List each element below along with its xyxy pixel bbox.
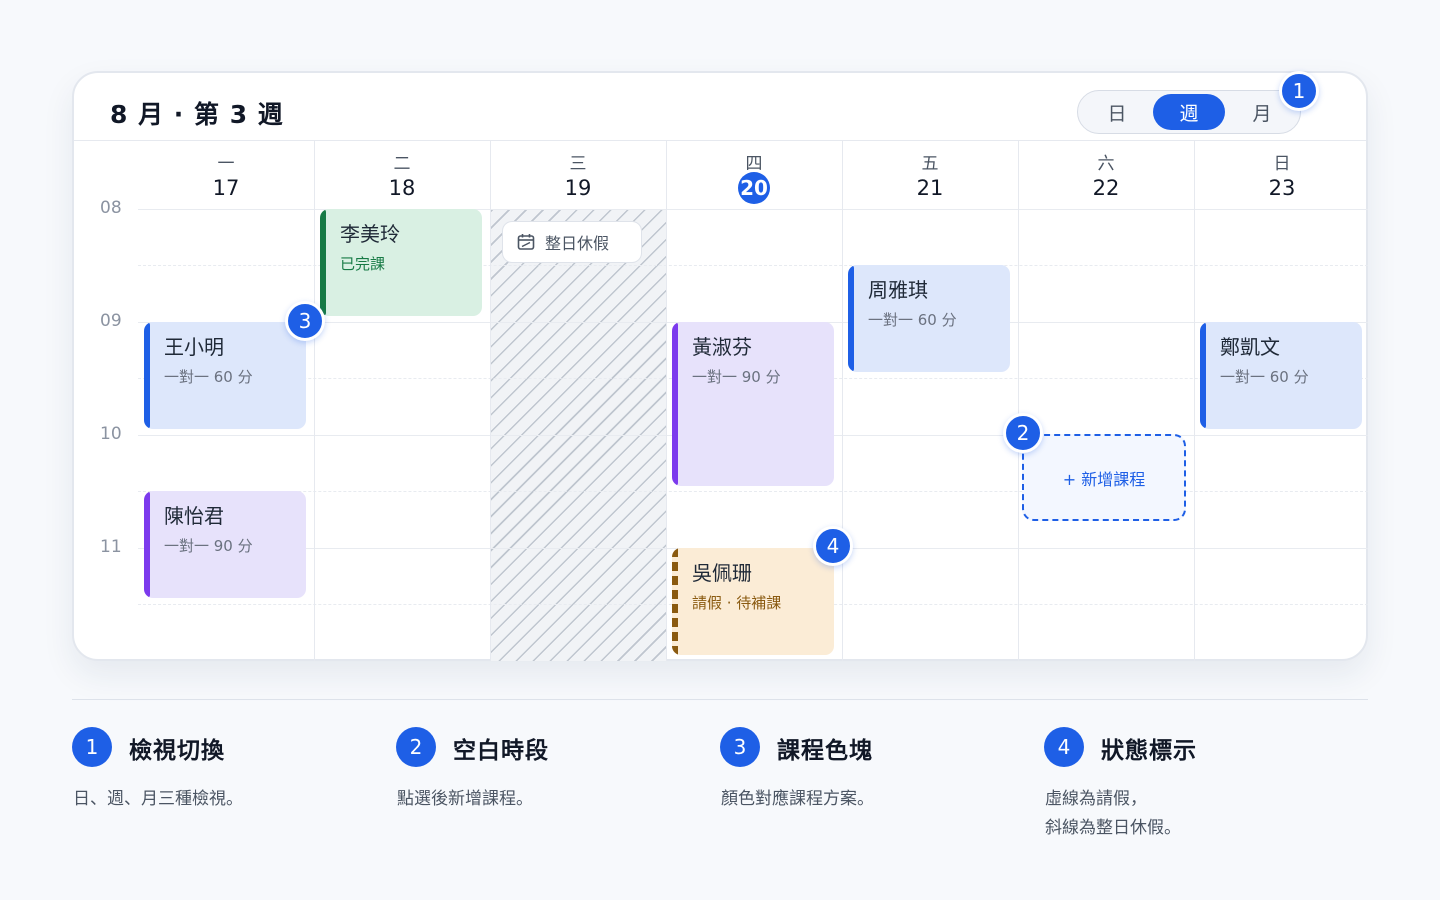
add-lesson-slot[interactable]: + 新增課程	[1022, 434, 1186, 521]
status-bar	[1200, 322, 1206, 429]
legend-number: 3	[720, 727, 760, 767]
date-label: 18	[388, 176, 416, 200]
status-bar	[320, 209, 326, 316]
lesson-status: 已完課	[340, 255, 386, 273]
weekday-label: 一	[217, 154, 235, 174]
callout-marker-4: 4	[813, 526, 853, 566]
student-name: 吳佩珊	[692, 561, 752, 585]
status-bar	[672, 322, 678, 486]
day-header-sun: 日 23	[1194, 153, 1370, 201]
callout-marker-3: 3	[285, 301, 325, 341]
lesson-block-zhou-yaqi[interactable]: 周雅琪 一對一 60 分	[848, 265, 1010, 372]
full-day-leave-label: 整日休假	[545, 234, 610, 253]
student-name: 黃淑芬	[692, 335, 752, 359]
lesson-block-chen-yijun[interactable]: 陳怡君 一對一 90 分	[144, 491, 306, 598]
lesson-plan: 一對一 90 分	[164, 537, 253, 555]
column-divider	[842, 141, 843, 661]
legend-description: 點選後新增課程。	[397, 789, 533, 809]
time-label-09: 09	[100, 311, 122, 331]
column-divider	[1018, 141, 1019, 661]
status-bar	[144, 491, 150, 598]
legend-title: 狀態標示	[1101, 738, 1197, 764]
view-toggle: 日 週 月	[1077, 90, 1301, 134]
weekday-label: 三	[569, 154, 587, 174]
date-label: 22	[1092, 176, 1120, 200]
day-header-mon: 一 17	[138, 153, 314, 201]
legend-title: 空白時段	[453, 738, 549, 764]
weekday-label: 六	[1097, 154, 1115, 174]
legend-title: 檢視切換	[129, 738, 225, 764]
lesson-block-li-meiling[interactable]: 李美玲 已完課	[320, 209, 482, 316]
lesson-block-wang-xiaoming[interactable]: 王小明 一對一 60 分	[144, 322, 306, 429]
lesson-block-wu-peishan[interactable]: 吳佩珊 請假 · 待補課	[672, 548, 834, 655]
lesson-block-zheng-kaiwen[interactable]: 鄭凱文 一對一 60 分	[1200, 322, 1362, 429]
date-label: 17	[212, 176, 240, 200]
weekday-label: 日	[1273, 154, 1291, 174]
student-name: 李美玲	[340, 222, 400, 246]
time-label-08: 08	[100, 198, 122, 218]
student-name: 王小明	[164, 335, 224, 359]
time-label-11: 11	[100, 537, 122, 557]
calendar-icon	[517, 234, 535, 250]
callout-marker-1: 1	[1279, 71, 1319, 111]
date-label: 19	[564, 176, 592, 200]
today-date-badge: 20	[738, 172, 770, 204]
day-header-sat: 六 22	[1018, 153, 1194, 201]
full-day-leave-tag[interactable]: 整日休假	[502, 221, 642, 263]
lesson-plan: 一對一 60 分	[868, 311, 957, 329]
day-header-thu: 四 20	[666, 153, 842, 204]
legend-description-line: 斜線為整日休假。	[1045, 818, 1181, 838]
weekly-calendar-card: 8 月 · 第 3 週 日 週 月 一 17 二 18 三 19 四 20 五 …	[72, 71, 1368, 661]
column-divider	[490, 141, 491, 661]
student-name: 陳怡君	[164, 504, 224, 528]
callout-marker-2: 2	[1003, 413, 1043, 453]
legend-title: 課程色塊	[777, 738, 873, 764]
lesson-plan: 一對一 90 分	[692, 368, 781, 386]
student-name: 鄭凱文	[1220, 335, 1280, 359]
legend-description-line: 虛線為請假，	[1045, 789, 1147, 809]
status-bar	[848, 265, 854, 372]
column-divider	[666, 141, 667, 661]
leave-dashed-bar	[672, 548, 678, 655]
legend-description: 虛線為請假， 斜線為整日休假。	[1045, 785, 1375, 843]
column-divider	[314, 141, 315, 661]
legend-number: 4	[1044, 727, 1084, 767]
date-label: 21	[916, 176, 944, 200]
page-background: 8 月 · 第 3 週 日 週 月 一 17 二 18 三 19 四 20 五 …	[0, 0, 1440, 900]
calendar-header: 8 月 · 第 3 週 日 週 月	[74, 73, 1366, 141]
view-day-button[interactable]: 日	[1081, 94, 1153, 130]
view-week-button[interactable]: 週	[1153, 94, 1225, 130]
column-divider	[1194, 141, 1195, 661]
student-name: 周雅琪	[868, 278, 928, 302]
legend-number: 2	[396, 727, 436, 767]
time-label-10: 10	[100, 424, 122, 444]
lesson-block-huang-shufen[interactable]: 黃淑芬 一對一 90 分	[672, 322, 834, 486]
lesson-plan: 一對一 60 分	[164, 368, 253, 386]
day-header-fri: 五 21	[842, 153, 1018, 201]
lesson-status: 請假 · 待補課	[692, 594, 782, 612]
section-divider	[72, 699, 1368, 700]
legend-number: 1	[72, 727, 112, 767]
date-label: 23	[1268, 176, 1296, 200]
weekday-label: 二	[393, 154, 411, 174]
calendar-title: 8 月 · 第 3 週	[110, 100, 284, 129]
lesson-plan: 一對一 60 分	[1220, 368, 1309, 386]
day-header-tue: 二 18	[314, 153, 490, 201]
legend-description: 日、週、月三種檢視。	[73, 789, 243, 809]
day-header-wed: 三 19	[490, 153, 666, 201]
status-bar	[144, 322, 150, 429]
weekday-label: 五	[921, 154, 939, 174]
legend-description: 顏色對應課程方案。	[721, 789, 874, 809]
